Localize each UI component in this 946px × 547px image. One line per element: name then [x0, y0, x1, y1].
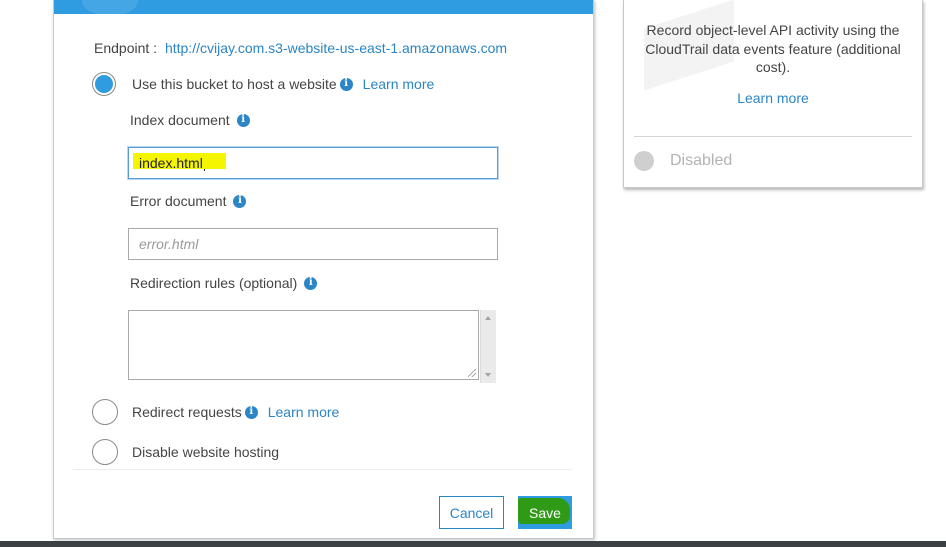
- info-icon[interactable]: i: [304, 276, 318, 290]
- host-website-learn-more-link[interactable]: Learn more: [363, 76, 435, 92]
- save-button-label[interactable]: Save: [529, 505, 561, 521]
- cancel-button[interactable]: Cancel: [439, 496, 504, 529]
- card-learn-more-link[interactable]: Learn more: [624, 90, 922, 106]
- redirection-rules-textarea[interactable]: [128, 310, 479, 380]
- save-button[interactable]: Save: [518, 496, 572, 529]
- dialog-header-bar: [54, 0, 593, 14]
- info-icon[interactable]: i: [236, 113, 250, 127]
- object-level-logging-card: Record object-level API activity using t…: [623, 0, 923, 188]
- header-decoration: [82, 0, 138, 14]
- status-indicator: Disabled: [634, 151, 732, 171]
- index-document-value: index.html: [139, 155, 203, 171]
- host-website-radio[interactable]: [92, 72, 116, 96]
- redirection-rules-label-text: Redirection rules (optional): [130, 275, 298, 291]
- index-document-label: Index document i: [130, 112, 250, 128]
- info-icon[interactable]: i: [339, 77, 353, 91]
- textarea-scrollbar[interactable]: [480, 310, 496, 383]
- error-document-input[interactable]: error.html: [128, 228, 498, 260]
- disable-hosting-label[interactable]: Disable website hosting: [132, 444, 279, 460]
- scroll-up-arrow-icon[interactable]: [485, 316, 491, 320]
- bottom-bar: [0, 541, 946, 547]
- redirect-learn-more-link[interactable]: Learn more: [268, 404, 340, 420]
- card-divider: [634, 136, 912, 137]
- redirect-requests-label[interactable]: Redirect requests: [132, 404, 242, 420]
- error-document-placeholder: error.html: [139, 236, 199, 252]
- status-label: Disabled: [670, 152, 733, 169]
- index-document-input[interactable]: index.html: [128, 147, 498, 179]
- option-host-website[interactable]: Use this bucket to host a website i Lear…: [92, 72, 434, 96]
- error-document-label-text: Error document: [130, 193, 227, 209]
- card-description: Record object-level API activity using t…: [645, 22, 901, 75]
- error-document-label: Error document i: [130, 193, 247, 209]
- endpoint: Endpoint : http://cvijay.com.s3-website-…: [94, 40, 507, 56]
- resize-handle[interactable]: [468, 369, 476, 377]
- info-icon[interactable]: i: [244, 405, 258, 419]
- endpoint-url[interactable]: http://cvijay.com.s3-website-us-east-1.a…: [165, 40, 507, 56]
- host-website-label[interactable]: Use this bucket to host a website: [132, 76, 337, 92]
- status-dot-icon: [634, 151, 654, 171]
- index-document-label-text: Index document: [130, 112, 230, 128]
- option-redirect-requests[interactable]: Redirect requests i Learn more: [92, 399, 339, 425]
- static-website-hosting-dialog: Endpoint : http://cvijay.com.s3-website-…: [53, 0, 594, 539]
- disable-hosting-radio[interactable]: [92, 439, 118, 465]
- redirect-requests-radio[interactable]: [92, 399, 118, 425]
- option-disable-hosting[interactable]: Disable website hosting: [92, 439, 279, 465]
- info-icon[interactable]: i: [233, 194, 247, 208]
- footer-divider: [73, 469, 572, 470]
- endpoint-label: Endpoint :: [94, 40, 158, 56]
- scroll-down-arrow-icon[interactable]: [485, 373, 491, 377]
- redirection-rules-label: Redirection rules (optional) i: [130, 275, 318, 291]
